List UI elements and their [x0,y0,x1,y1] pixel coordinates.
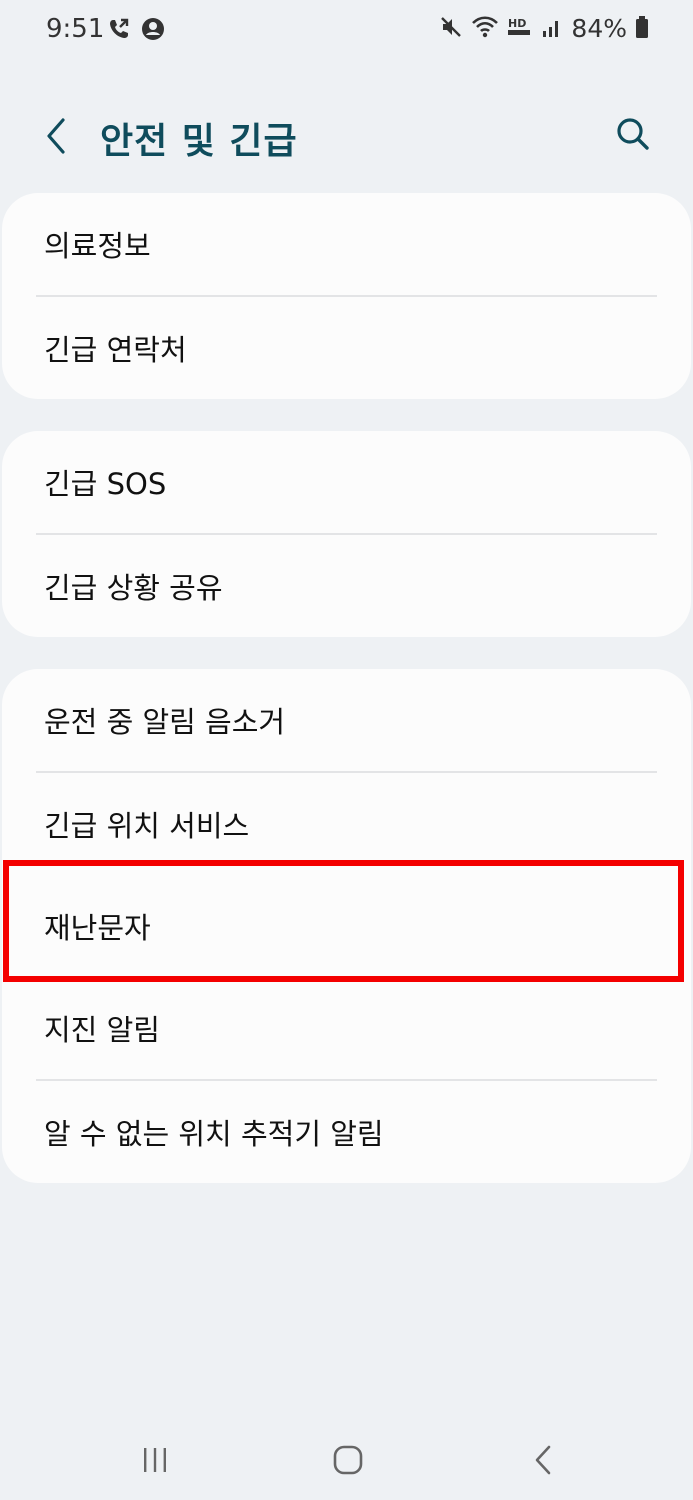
status-time: 9:51 [46,14,105,44]
account-circle-icon [140,16,166,46]
list-item-label: 긴급 위치 서비스 [44,809,250,843]
svg-text:HD: HD [508,17,526,30]
list-item-label: 지진 알림 [44,1013,160,1047]
list-item-label: 긴급 상황 공유 [44,571,223,605]
wifi-icon [471,15,499,43]
back-nav-button[interactable] [514,1430,574,1490]
list-item-driving-mute[interactable]: 운전 중 알림 음소거 [2,669,691,771]
list-item-label: 운전 중 알림 음소거 [44,705,286,739]
list-item-label: 재난문자 [44,911,151,945]
list-item-unknown-tracker-alerts[interactable]: 알 수 없는 위치 추적기 알림 [2,1081,691,1183]
list-item-emergency-location[interactable]: 긴급 위치 서비스 [2,773,691,875]
battery-percent: 84% [571,14,627,43]
list-item-label: 긴급 연락처 [44,333,187,367]
list-item-medical-info[interactable]: 의료정보 [2,193,691,295]
mute-icon [439,15,463,43]
call-forward-icon [106,16,132,46]
search-button[interactable] [609,110,657,158]
settings-group-1: 의료정보 긴급 연락처 [2,193,691,399]
list-item-label: 알 수 없는 위치 추적기 알림 [44,1117,384,1151]
recents-button[interactable] [125,1430,185,1490]
back-arrow-icon [47,118,65,154]
status-bar: 9:51 HD 84% [0,0,693,62]
hd-voice-icon: HD [507,15,533,43]
home-icon [333,1445,363,1475]
page-title: 안전 및 긴급 [100,121,298,162]
list-item-label: 의료정보 [44,229,151,263]
list-item-earthquake-alerts[interactable]: 지진 알림 [2,977,691,1079]
back-nav-icon [535,1445,551,1475]
back-button[interactable] [34,106,78,166]
list-item-label: 긴급 SOS [44,467,167,501]
search-icon [617,118,649,150]
list-item-emergency-sos[interactable]: 긴급 SOS [2,431,691,533]
list-item-emergency-contacts[interactable]: 긴급 연락처 [2,297,691,399]
signal-icon [541,15,563,43]
app-bar: 안전 및 긴급 [0,96,693,176]
home-button[interactable] [318,1430,378,1490]
settings-group-2: 긴급 SOS 긴급 상황 공유 [2,431,691,637]
battery-icon [635,15,649,43]
recents-icon [144,1448,166,1472]
navigation-bar [0,1420,693,1500]
settings-group-3: 운전 중 알림 음소거 긴급 위치 서비스 재난문자 지진 알림 알 수 없는 … [2,669,691,1183]
list-item-emergency-sharing[interactable]: 긴급 상황 공유 [2,535,691,637]
list-item-disaster-alerts[interactable]: 재난문자 [2,875,691,977]
